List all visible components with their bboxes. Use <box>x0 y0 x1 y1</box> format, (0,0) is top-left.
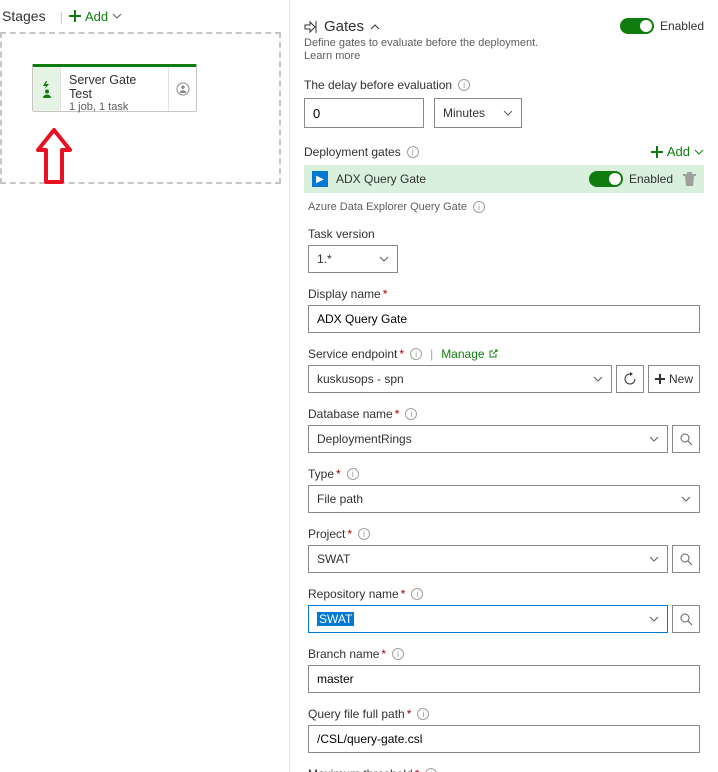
repository-select[interactable]: SWAT <box>308 605 668 633</box>
database-name-label: Database name* i <box>308 407 700 421</box>
stage-body[interactable]: Server Gate Test 1 job, 1 task <box>61 67 168 111</box>
info-icon[interactable]: i <box>417 708 429 720</box>
search-repository-button[interactable] <box>672 605 700 633</box>
info-icon[interactable]: i <box>392 648 404 660</box>
query-path-input[interactable] <box>308 725 700 753</box>
chevron-down-icon <box>112 11 122 21</box>
gate-enabled-toggle[interactable] <box>589 171 623 187</box>
lightning-icon <box>41 81 53 89</box>
branch-input[interactable] <box>308 665 700 693</box>
refresh-endpoint-button[interactable] <box>616 365 644 393</box>
chevron-up-icon[interactable] <box>370 22 380 32</box>
info-icon[interactable]: i <box>425 768 437 772</box>
display-name-label: Display name* <box>308 287 700 301</box>
stage-subtitle[interactable]: 1 job, 1 task <box>69 101 160 113</box>
task-version-select[interactable]: 1.* <box>308 245 398 273</box>
query-path-label: Query file full path* i <box>308 707 700 721</box>
search-project-button[interactable] <box>672 545 700 573</box>
new-endpoint-button[interactable]: New <box>648 365 700 393</box>
project-label: Project* i <box>308 527 700 541</box>
deployment-gates-label: Deployment gates i <box>304 145 419 159</box>
info-icon[interactable]: i <box>347 468 359 480</box>
plus-icon <box>69 10 81 22</box>
chevron-down-icon <box>649 434 659 444</box>
info-icon[interactable]: i <box>458 79 470 91</box>
adx-icon: ▶ <box>312 171 328 187</box>
chevron-down-icon <box>694 147 704 157</box>
task-version-label: Task version <box>308 227 700 241</box>
project-select[interactable]: SWAT <box>308 545 668 573</box>
stage-name: Server Gate Test <box>69 73 160 101</box>
service-endpoint-label: Service endpoint* i | Manage <box>308 347 700 361</box>
info-icon[interactable]: i <box>405 408 417 420</box>
service-endpoint-select[interactable]: kuskusops - spn <box>308 365 612 393</box>
add-stage-button[interactable]: Add <box>69 9 126 24</box>
stages-panel: Stages | Add Server Gate Test 1 job, 1 t… <box>0 0 290 772</box>
database-name-select[interactable]: DeploymentRings <box>308 425 668 453</box>
branch-label: Branch name* i <box>308 647 700 661</box>
search-icon <box>680 553 693 566</box>
plus-icon <box>655 374 665 384</box>
display-name-input[interactable] <box>308 305 700 333</box>
info-icon[interactable]: i <box>473 201 485 213</box>
gates-enabled-toggle[interactable] <box>620 18 654 34</box>
stages-header: Stages | Add <box>0 8 289 32</box>
delay-value-input[interactable] <box>304 98 424 128</box>
chevron-down-icon <box>593 374 603 384</box>
manage-endpoint-link[interactable]: Manage <box>441 347 497 361</box>
max-threshold-label: Maximum threshold* i <box>308 767 700 772</box>
type-label: Type* i <box>308 467 700 481</box>
chevron-down-icon <box>379 254 389 264</box>
chevron-down-icon <box>649 614 659 624</box>
chevron-down-icon <box>503 108 513 118</box>
gates-enabled-label: Enabled <box>660 19 704 33</box>
gates-title: Gates <box>324 18 364 35</box>
person-icon <box>41 89 53 98</box>
red-arrow-annotation <box>36 128 72 186</box>
stage-card[interactable]: Server Gate Test 1 job, 1 task <box>32 64 197 112</box>
gates-panel: Gates Define gates to evaluate before th… <box>290 0 718 772</box>
search-icon <box>680 433 693 446</box>
add-gate-button[interactable]: Add <box>651 144 704 159</box>
external-link-icon <box>488 349 498 359</box>
chevron-down-icon <box>681 494 691 504</box>
info-icon[interactable]: i <box>358 528 370 540</box>
gates-enter-icon <box>304 20 318 34</box>
gate-subtitle: Azure Data Explorer Query Gate i <box>308 201 700 213</box>
type-select[interactable]: File path <box>308 485 700 513</box>
delay-label: The delay before evaluation i <box>304 78 704 92</box>
stages-title: Stages <box>2 8 54 24</box>
delay-units-select[interactable]: Minutes <box>434 98 522 128</box>
info-icon[interactable]: i <box>410 348 422 360</box>
gate-enabled-label: Enabled <box>629 172 673 186</box>
add-stage-label: Add <box>85 9 108 24</box>
search-database-button[interactable] <box>672 425 700 453</box>
gate-card: ▶ ADX Query Gate Enabled Azure Data Expl… <box>304 165 704 772</box>
gate-card-title: ADX Query Gate <box>336 172 589 186</box>
trash-icon[interactable] <box>683 172 696 186</box>
search-icon <box>680 613 693 626</box>
chevron-down-icon <box>649 554 659 564</box>
divider: | <box>60 9 63 24</box>
info-icon[interactable]: i <box>407 146 419 158</box>
info-icon[interactable]: i <box>411 588 423 600</box>
gates-header: Gates Define gates to evaluate before th… <box>304 18 704 62</box>
repository-label: Repository name* i <box>308 587 700 601</box>
learn-more-link[interactable]: Learn more <box>304 50 538 62</box>
person-circle-icon <box>176 82 190 96</box>
gates-subtitle: Define gates to evaluate before the depl… <box>304 37 538 49</box>
gate-card-header[interactable]: ▶ ADX Query Gate Enabled <box>304 165 704 193</box>
pre-deployment-conditions-button[interactable] <box>33 67 61 111</box>
refresh-icon <box>623 372 637 386</box>
plus-icon <box>651 146 663 158</box>
post-deployment-conditions-button[interactable] <box>168 67 196 111</box>
